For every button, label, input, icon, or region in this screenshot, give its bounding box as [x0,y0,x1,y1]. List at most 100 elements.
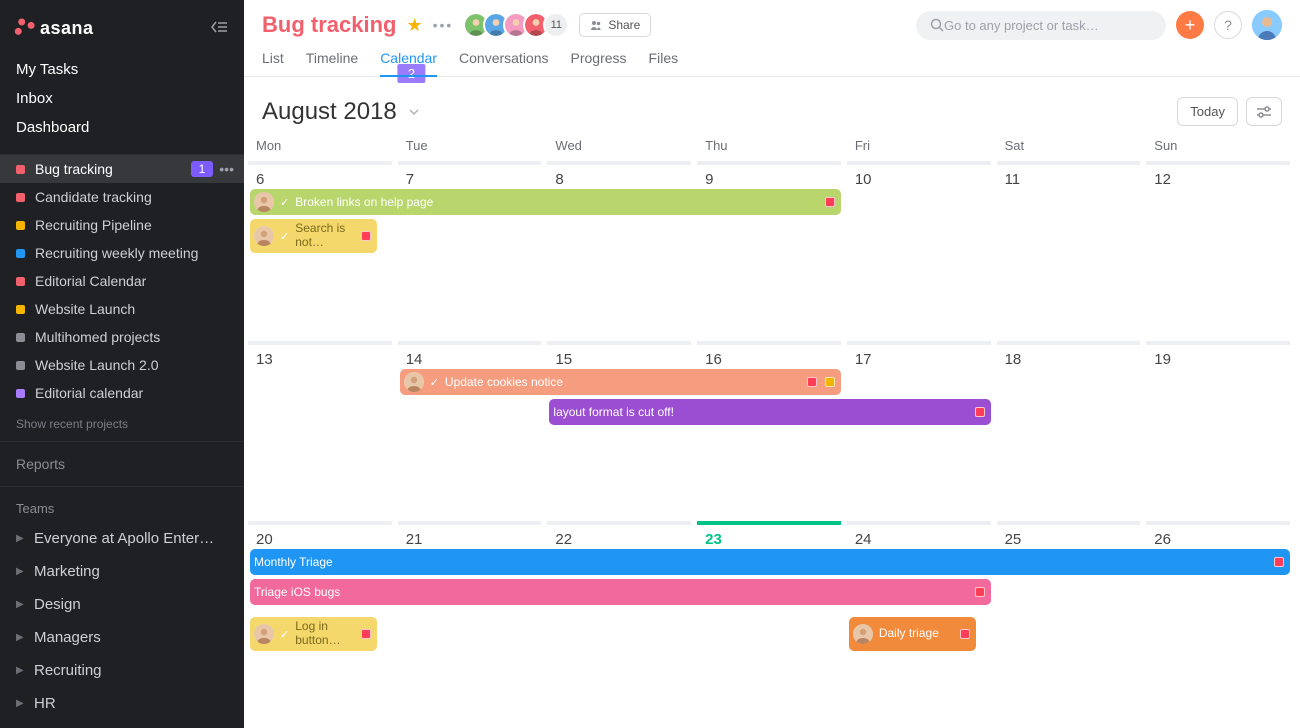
calendar-day-cell[interactable]: 24 [847,521,991,701]
share-button[interactable]: Share [579,13,651,37]
day-number: 10 [855,171,983,188]
event-tag [361,231,371,241]
project-label: Editorial Calendar [35,273,234,289]
calendar-day-cell[interactable]: 15 [547,341,691,521]
nav-dashboard[interactable]: Dashboard [0,113,244,142]
calendar-day-cell[interactable]: 13 [248,341,392,521]
assignee-avatar [254,226,274,246]
day-number: 23 [705,531,833,548]
search-box[interactable] [916,11,1166,40]
event-tag [960,629,970,639]
calendar-day-cell[interactable]: 12 [1146,161,1290,341]
tab-conversations[interactable]: Conversations [459,50,549,76]
calendar-day-cell[interactable]: 14 [398,341,542,521]
sidebar-project-item[interactable]: Candidate tracking [0,183,244,211]
project-label: Candidate tracking [35,189,234,205]
team-label: Everyone at Apollo Enter… [34,530,214,547]
calendar-day-cell[interactable]: 22 [547,521,691,701]
calendar-day-cell[interactable]: 25 [997,521,1141,701]
event-title: layout format is cut off! [553,405,966,419]
calendar-event[interactable]: Monthly Triage [250,549,1290,575]
team-item[interactable]: ▶Marketing [0,555,244,588]
sidebar-project-item[interactable]: Website Launch 2.0 [0,351,244,379]
calendar-event[interactable]: ✓ Search is not… [250,219,377,253]
assignee-avatar [254,192,274,212]
sidebar-project-item[interactable]: Multihomed projects [0,323,244,351]
caret-right-icon: ▶ [16,566,30,577]
event-tag [807,377,817,387]
calendar-day-cell[interactable]: 17 [847,341,991,521]
sidebar-project-item[interactable]: Website Launch [0,295,244,323]
check-icon: ✓ [280,196,289,209]
calendar-day-cell[interactable]: 23 [697,521,841,701]
project-color-dot [16,389,25,398]
calendar-day-cell[interactable]: 21 [398,521,542,701]
project-color-dot [16,221,25,230]
today-button[interactable]: Today [1177,97,1238,126]
add-button[interactable]: + [1176,11,1204,39]
collapse-sidebar-icon[interactable] [210,20,228,37]
logo[interactable]: asana [16,18,94,39]
tab-calendar[interactable]: Calendar 2 [380,50,437,76]
day-number: 8 [555,171,683,188]
calendar-day-cell[interactable]: 20 [248,521,392,701]
reports-link[interactable]: Reports [0,441,244,486]
day-number: 9 [705,171,833,188]
calendar-event[interactable]: ✓ Update cookies notice [400,369,841,395]
calendar-day-cell[interactable]: 26 [1146,521,1290,701]
weekday-label: Wed [547,134,697,161]
project-actions-icon[interactable]: ••• [433,17,454,33]
caret-right-icon: ▶ [16,665,30,676]
current-user-avatar[interactable] [1252,10,1282,40]
share-label: Share [608,18,640,32]
team-item[interactable]: ▶Recruiting [0,654,244,687]
calendar-day-cell[interactable]: 11 [997,161,1141,341]
calendar-day-cell[interactable]: 18 [997,341,1141,521]
project-members[interactable]: 11 [463,12,569,38]
calendar-day-cell[interactable]: 8 [547,161,691,341]
tab-files[interactable]: Files [649,50,679,76]
caret-right-icon: ▶ [16,632,30,643]
calendar-event[interactable]: ✓ Log in button… [250,617,377,651]
member-overflow-count[interactable]: 11 [543,12,569,38]
weekday-label: Sun [1146,134,1296,161]
calendar-day-cell[interactable]: 9 [697,161,841,341]
team-label: HR [34,695,56,712]
project-more-icon[interactable]: ••• [219,161,234,177]
sidebar-project-item[interactable]: Bug tracking 1 ••• [0,155,244,183]
day-number: 7 [406,171,534,188]
tab-progress[interactable]: Progress [571,50,627,76]
team-item[interactable]: ▶Managers [0,621,244,654]
calendar-event[interactable]: Daily triage [849,617,976,651]
team-item[interactable]: ▶Everyone at Apollo Enter… [0,522,244,555]
tab-timeline[interactable]: Timeline [306,50,358,76]
nav-inbox[interactable]: Inbox [0,84,244,113]
day-number: 25 [1005,531,1133,548]
project-color-dot [16,193,25,202]
star-icon[interactable]: ★ [406,15,422,36]
event-title: Monthly Triage [254,555,1266,569]
check-icon: ✓ [280,230,289,243]
team-item[interactable]: ▶Design [0,588,244,621]
calendar-event[interactable]: layout format is cut off! [549,399,990,425]
sidebar-project-item[interactable]: Editorial Calendar [0,267,244,295]
show-recent-projects[interactable]: Show recent projects [0,407,244,441]
help-button[interactable]: ? [1214,11,1242,39]
calendar-day-cell[interactable]: 10 [847,161,991,341]
calendar-day-cell[interactable]: 16 [697,341,841,521]
calendar-event[interactable]: Triage iOS bugs [250,579,991,605]
calendar-settings-button[interactable] [1246,97,1282,126]
sidebar-project-item[interactable]: Recruiting Pipeline [0,211,244,239]
tab-list[interactable]: List [262,50,284,76]
team-item[interactable]: ▶HR [0,687,244,720]
nav-my-tasks[interactable]: My Tasks [0,55,244,84]
calendar-day-cell[interactable]: 19 [1146,341,1290,521]
sidebar-project-item[interactable]: Recruiting weekly meeting [0,239,244,267]
event-title: Daily triage [879,627,952,641]
calendar-day-cell[interactable]: 7 [398,161,542,341]
search-input[interactable] [944,18,1152,33]
sidebar-project-item[interactable]: Editorial calendar [0,379,244,407]
calendar-event[interactable]: ✓ Broken links on help page [250,189,841,215]
month-picker-icon[interactable] [407,104,421,120]
check-icon: ✓ [430,376,439,389]
